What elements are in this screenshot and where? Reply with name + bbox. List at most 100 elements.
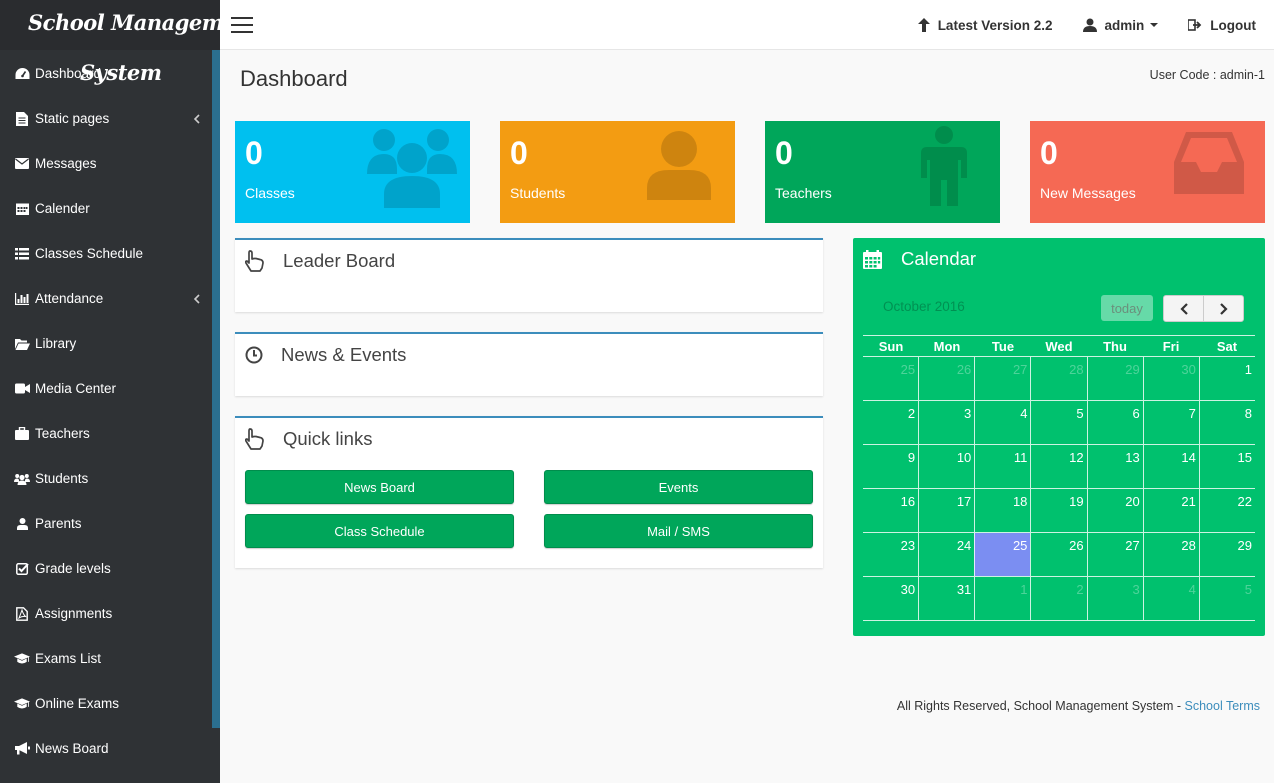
panel-title: News & Events — [281, 344, 407, 365]
calendar-day[interactable]: 29 — [1198, 533, 1255, 576]
sidebar-item-attendance[interactable]: Attendance — [0, 276, 212, 321]
leaderboard-panel: Leader Board — [235, 238, 823, 312]
footer-text: All Rights Reserved, School Management S… — [896, 699, 1185, 713]
calendar-day[interactable]: 23 — [863, 533, 918, 576]
clock-icon — [245, 346, 263, 364]
calendar-day[interactable]: 20 — [1086, 489, 1143, 532]
calendar-day[interactable]: 6 — [1086, 401, 1143, 444]
user-menu[interactable]: admin — [1082, 17, 1159, 33]
stat-box-students[interactable]: 0 Students — [500, 121, 735, 223]
calendar-day[interactable]: 30 — [863, 577, 918, 620]
sidebar-item-media-center[interactable]: Media Center — [0, 366, 212, 411]
sidebar-item-label: Teachers — [35, 426, 90, 441]
calendar-day-today[interactable]: 25 — [974, 533, 1031, 576]
next-month-button[interactable] — [1204, 296, 1243, 321]
hand-pointer-icon — [245, 428, 264, 450]
sidebar-item-classes-schedule[interactable]: Classes Schedule — [0, 231, 212, 276]
calendar-icon — [863, 249, 882, 269]
caret-down-icon — [1150, 23, 1159, 27]
calendar-day[interactable]: 1 — [1198, 357, 1255, 400]
calendar-day[interactable]: 24 — [918, 533, 974, 576]
calendar-icon — [14, 202, 30, 216]
graduation-cap-icon — [14, 652, 30, 666]
calendar-day[interactable]: 5 — [1030, 401, 1086, 444]
weekday-header: Sun — [878, 339, 904, 354]
calendar-day[interactable]: 3 — [918, 401, 974, 444]
brand-logo[interactable]: School Management — [0, 0, 220, 50]
chevron-left-icon — [1179, 302, 1188, 315]
stat-box-classes[interactable]: 0 Classes — [235, 121, 470, 223]
stat-box-teachers[interactable]: 0 Teachers — [765, 121, 1000, 223]
calendar-day[interactable]: 10 — [918, 445, 974, 488]
calendar-day[interactable]: 22 — [1198, 489, 1255, 532]
sidebar-scrollbar[interactable] — [212, 50, 220, 728]
sidebar-item-label: Dashboard — [35, 65, 102, 81]
sidebar-item-label: Exams List — [35, 651, 102, 666]
sidebar-item-parents[interactable]: Parents — [0, 501, 212, 546]
calendar-day[interactable]: 4 — [1142, 577, 1199, 620]
sidebar-item-label: Students — [35, 471, 89, 486]
calendar-day[interactable]: 19 — [1030, 489, 1086, 532]
sidebar-item-static-pages[interactable]: Static pages — [0, 96, 212, 141]
sidebar-item-teachers[interactable]: Teachers — [0, 411, 212, 456]
calendar-day[interactable]: 16 — [863, 489, 918, 532]
mail-sms-button[interactable]: Mail / SMS — [544, 514, 813, 548]
calendar-day[interactable]: 8 — [1198, 401, 1255, 444]
logout-link[interactable]: Logout — [1188, 18, 1256, 33]
school-terms-link[interactable]: School Terms — [1185, 699, 1261, 713]
today-button[interactable]: today — [1101, 295, 1153, 321]
sidebar-item-messages[interactable]: Messages — [0, 141, 212, 186]
calendar-day[interactable]: 7 — [1142, 401, 1199, 444]
sidebar-item-dashboard[interactable]: Dashboard — [0, 50, 212, 96]
calendar-day[interactable]: 31 — [918, 577, 974, 620]
news-board-button[interactable]: News Board — [245, 470, 514, 504]
calendar-day[interactable]: 11 — [974, 445, 1030, 488]
class-schedule-button[interactable]: Class Schedule — [245, 514, 514, 548]
calendar-day[interactable]: 28 — [1142, 533, 1199, 576]
events-button[interactable]: Events — [544, 470, 813, 504]
sidebar-item-library[interactable]: Library — [0, 321, 212, 366]
calendar-day[interactable]: 3 — [1086, 577, 1143, 620]
user-name: admin — [1104, 17, 1145, 33]
prev-month-button[interactable] — [1164, 296, 1204, 321]
sidebar-item-label: Messages — [35, 156, 97, 171]
calendar-day[interactable]: 17 — [918, 489, 974, 532]
menu-toggle-icon[interactable] — [231, 16, 253, 34]
calendar-day[interactable]: 4 — [974, 401, 1030, 444]
latest-version-link[interactable]: Latest Version 2.2 — [917, 18, 1053, 33]
sidebar-item-students[interactable]: Students — [0, 456, 212, 501]
calendar-day[interactable]: 28 — [1030, 357, 1086, 400]
sidebar-item-calender[interactable]: Calender — [0, 186, 212, 231]
sidebar-item-grade-levels[interactable]: Grade levels — [0, 546, 212, 591]
calendar-day[interactable]: 13 — [1086, 445, 1143, 488]
calendar-day[interactable]: 21 — [1142, 489, 1199, 532]
stat-box-new-messages[interactable]: 0 New Messages — [1030, 121, 1265, 223]
calendar-day[interactable]: 9 — [863, 445, 918, 488]
calendar-month-label: October 2016 — [883, 299, 965, 314]
calendar-day[interactable]: 25 — [863, 357, 918, 400]
calendar-day[interactable]: 12 — [1030, 445, 1086, 488]
calendar-day[interactable]: 14 — [1142, 445, 1199, 488]
sidebar-item-news-board[interactable]: News Board — [0, 726, 212, 771]
panel-title: Leader Board — [283, 250, 396, 271]
calendar-day[interactable]: 27 — [1086, 533, 1143, 576]
calendar-day[interactable]: 30 — [1142, 357, 1199, 400]
calendar-day[interactable]: 26 — [918, 357, 974, 400]
calendar-day[interactable]: 1 — [974, 577, 1030, 620]
calendar-day[interactable]: 26 — [1030, 533, 1086, 576]
sidebar-item-exams-list[interactable]: Exams List — [0, 636, 212, 681]
weekday-header: Thu — [1103, 339, 1127, 354]
calendar-day[interactable]: 29 — [1086, 357, 1143, 400]
calendar-day[interactable]: 27 — [974, 357, 1030, 400]
calendar-day[interactable]: 2 — [863, 401, 918, 444]
calendar-week-row: 9 10 11 12 13 14 15 — [863, 445, 1255, 489]
news-events-panel: News & Events — [235, 332, 823, 396]
calendar-day[interactable]: 18 — [974, 489, 1030, 532]
sidebar-item-label: Library — [35, 336, 77, 351]
calendar-day[interactable]: 15 — [1198, 445, 1255, 488]
sidebar-item-online-exams[interactable]: Online Exams — [0, 681, 212, 726]
calendar-widget: Calendar October 2016 today Sun Mon Tue Wed… — [853, 238, 1265, 636]
sidebar-item-assignments[interactable]: Assignments — [0, 591, 212, 636]
calendar-day[interactable]: 2 — [1030, 577, 1086, 620]
calendar-day[interactable]: 5 — [1198, 577, 1255, 620]
